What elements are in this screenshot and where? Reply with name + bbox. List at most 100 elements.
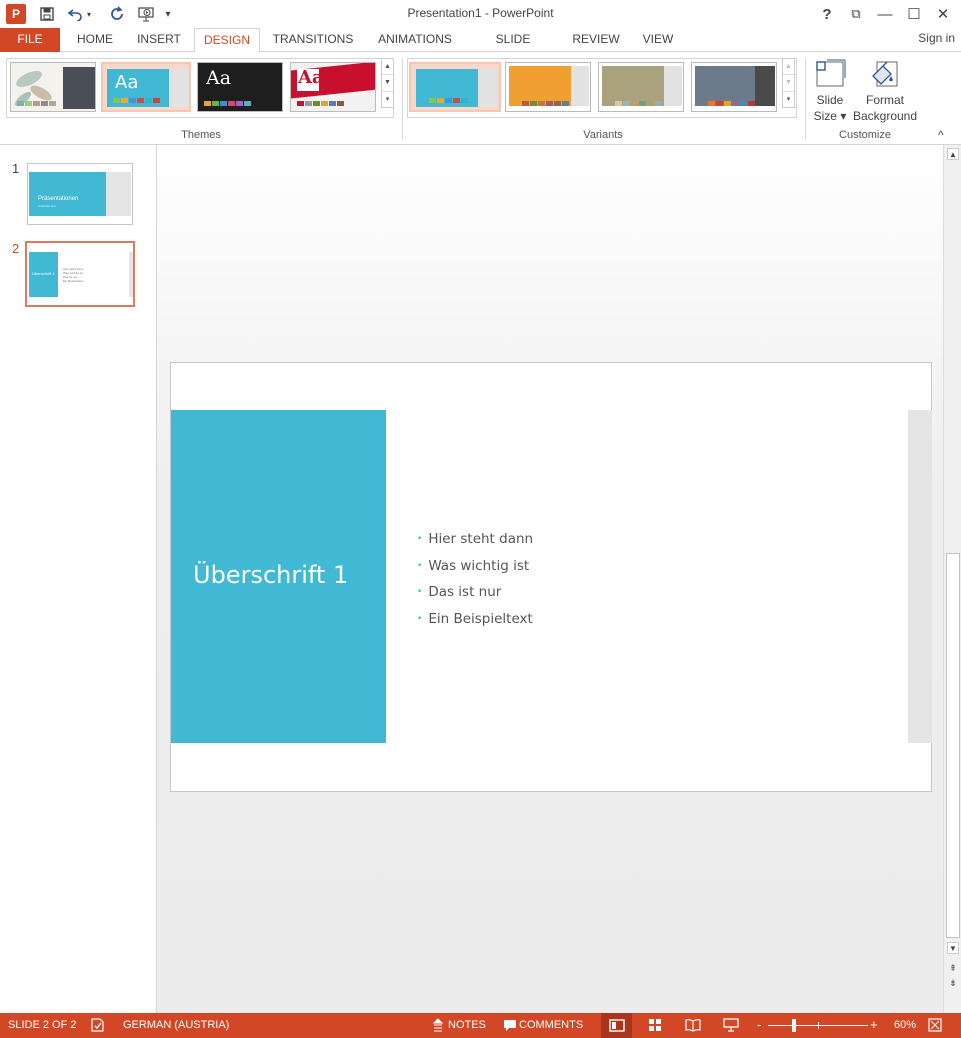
start-from-beginning-icon[interactable] — [136, 4, 158, 24]
bullet-item: • Das ist nur — [417, 584, 502, 600]
slide-thumbnail-2-selected[interactable]: Überschrift 1 Hier steht dann Was wichti… — [25, 241, 135, 307]
slide-1-number: 1 — [12, 161, 20, 176]
variant-thumb-2[interactable] — [505, 62, 591, 112]
variants-group-label: Variants — [583, 129, 623, 141]
ribbon-design: Aa Aa Aa ▲ ▼ ▾ Themes ▲ ▼ ▾ Variants Sli… — [0, 52, 961, 145]
comments-button[interactable]: COMMENTS — [519, 1019, 583, 1031]
close-button[interactable]: ✕ — [929, 2, 957, 26]
bullet-text: Hier steht dann — [428, 531, 534, 547]
ribbon-display-options-icon[interactable]: ⧉ — [842, 2, 870, 26]
reading-view-icon[interactable] — [685, 1018, 701, 1035]
slide-size-label-2: Size ▾ — [813, 109, 847, 123]
themes-gallery-scroll[interactable]: ▲ ▼ ▾ — [381, 58, 394, 108]
ribbon-separator — [402, 58, 403, 140]
format-background-button[interactable]: Format Background — [852, 56, 918, 126]
tab-insert[interactable]: INSERT — [130, 28, 188, 52]
normal-view-button[interactable] — [601, 1013, 632, 1038]
sign-in-link[interactable]: Sign in — [918, 31, 955, 45]
content-placeholder[interactable]: • Hier steht dann • Was wichtig ist • Das i… — [417, 526, 533, 632]
title-placeholder-box[interactable]: Überschrift 1 — [171, 410, 386, 743]
variants-scroll-up-icon[interactable]: ▲ — [783, 59, 794, 76]
slide-2-thumb-bullet: Ein Beispieltext — [63, 279, 84, 283]
tab-home[interactable]: HOME — [68, 28, 122, 52]
tab-design[interactable]: DESIGN — [194, 28, 260, 53]
slide-size-label-1: Slide — [816, 93, 844, 107]
format-background-label-1: Format — [865, 93, 904, 107]
slide-2-number: 2 — [12, 241, 20, 256]
customize-quick-access-icon[interactable]: ▾ — [160, 4, 176, 24]
theme-thumb-4[interactable]: Aa — [290, 62, 376, 112]
help-button[interactable]: ? — [813, 2, 841, 26]
variants-gallery-scroll[interactable]: ▲ ▼ ▾ — [782, 58, 795, 108]
variant-thumb-1-selected[interactable] — [409, 62, 501, 112]
slide-counter: SLIDE 2 OF 2 — [8, 1019, 77, 1031]
bullet-item: • Ein Beispieltext — [417, 610, 533, 627]
fit-to-window-icon[interactable] — [928, 1018, 942, 1035]
powerpoint-logo-icon: P — [6, 4, 26, 24]
slide-sorter-icon[interactable] — [648, 1018, 663, 1035]
bullet-text: Das ist nur — [428, 584, 502, 600]
format-background-icon — [869, 58, 901, 93]
theme-thumb-3[interactable]: Aa — [197, 62, 283, 112]
variants-more-icon[interactable]: ▾ — [783, 92, 794, 107]
status-bar: SLIDE 2 OF 2 GERMAN (AUSTRIA) NOTES COMM… — [0, 1013, 961, 1038]
comments-icon[interactable] — [503, 1019, 517, 1035]
tab-file[interactable]: FILE — [0, 28, 60, 52]
bullet-text: Ein Beispieltext — [428, 610, 533, 627]
variant-thumb-3[interactable] — [598, 62, 684, 112]
themes-group-label: Themes — [181, 129, 221, 141]
language-indicator[interactable]: GERMAN (AUSTRIA) — [123, 1019, 229, 1031]
redo-icon[interactable] — [106, 4, 128, 24]
bullet-item: • Hier steht dann — [417, 531, 534, 547]
theme-thumb-1[interactable] — [10, 62, 96, 112]
slide-size-icon — [815, 58, 847, 93]
next-slide-icon[interactable]: ⇟ — [947, 977, 959, 989]
maximize-button[interactable]: ☐ — [900, 2, 928, 26]
tab-transitions[interactable]: TRANSITIONS — [266, 28, 360, 52]
tab-view[interactable]: VIEW — [634, 28, 682, 52]
slide-2-thumb-title: Überschrift 1 — [32, 271, 55, 276]
slide-size-button[interactable]: Slide Size ▾ — [810, 56, 850, 126]
tab-animations[interactable]: ANIMATIONS — [368, 28, 462, 52]
slide-show-icon[interactable] — [723, 1018, 739, 1035]
bullet-item: • Was wichtig ist — [417, 557, 530, 574]
tab-slide-show[interactable]: SLIDE SHOW — [470, 28, 556, 69]
collapse-ribbon-icon[interactable]: ^ — [938, 128, 944, 142]
variant-thumb-4[interactable] — [691, 62, 777, 112]
zoom-slider-center-tick — [818, 1022, 819, 1029]
bullet-text: Was wichtig ist — [428, 557, 530, 574]
slide-thumbnail-1[interactable]: Präsentationen Untertitel text — [27, 163, 133, 225]
scroll-thumb[interactable] — [946, 553, 960, 938]
save-icon[interactable] — [36, 4, 58, 24]
spell-check-icon[interactable] — [90, 1018, 106, 1035]
theme-4-sample-text: Aa — [298, 67, 324, 88]
zoom-out-button[interactable]: - — [757, 1017, 761, 1032]
slide-title[interactable]: Überschrift 1 — [193, 561, 348, 589]
format-background-label-2: Background — [852, 109, 918, 123]
theme-3-sample-text: Aa — [206, 67, 232, 89]
scroll-down-icon[interactable]: ▼ — [947, 942, 959, 954]
themes-scroll-down-icon[interactable]: ▼ — [382, 75, 393, 92]
theme-thumb-2-selected[interactable]: Aa — [101, 62, 191, 112]
notes-button[interactable]: NOTES — [448, 1019, 486, 1031]
theme-2-sample-text: Aa — [115, 72, 139, 93]
themes-scroll-up-icon[interactable]: ▲ — [382, 59, 393, 76]
zoom-slider-thumb[interactable] — [792, 1019, 796, 1032]
tab-review[interactable]: REVIEW — [564, 28, 628, 52]
zoom-level[interactable]: 60% — [894, 1019, 916, 1031]
slide-editor: Überschrift 1 • Hier steht dann • Was wich… — [157, 145, 943, 1013]
ribbon-tabs: FILE HOME INSERT DESIGN TRANSITIONS ANIM… — [0, 28, 961, 69]
minimize-button[interactable]: — — [871, 2, 899, 26]
editor-scrollbar[interactable]: ▲ ▼ ⇞ ⇟ — [943, 145, 961, 1013]
themes-more-icon[interactable]: ▾ — [382, 92, 393, 107]
scroll-up-icon[interactable]: ▲ — [947, 148, 959, 160]
zoom-in-button[interactable]: + — [870, 1017, 878, 1032]
slide-1-thumb-title: Präsentationen — [38, 196, 79, 202]
notes-icon[interactable] — [432, 1018, 444, 1035]
slide-thumbnail-pane: 1 Präsentationen Untertitel text 2 Übers… — [0, 145, 157, 1013]
slide-canvas[interactable]: Überschrift 1 • Hier steht dann • Was wich… — [170, 362, 932, 792]
undo-dropdown-icon[interactable]: ▾ — [84, 4, 94, 24]
variants-scroll-down-icon[interactable]: ▼ — [783, 75, 794, 92]
ribbon-separator — [805, 58, 806, 140]
previous-slide-icon[interactable]: ⇞ — [947, 962, 959, 974]
